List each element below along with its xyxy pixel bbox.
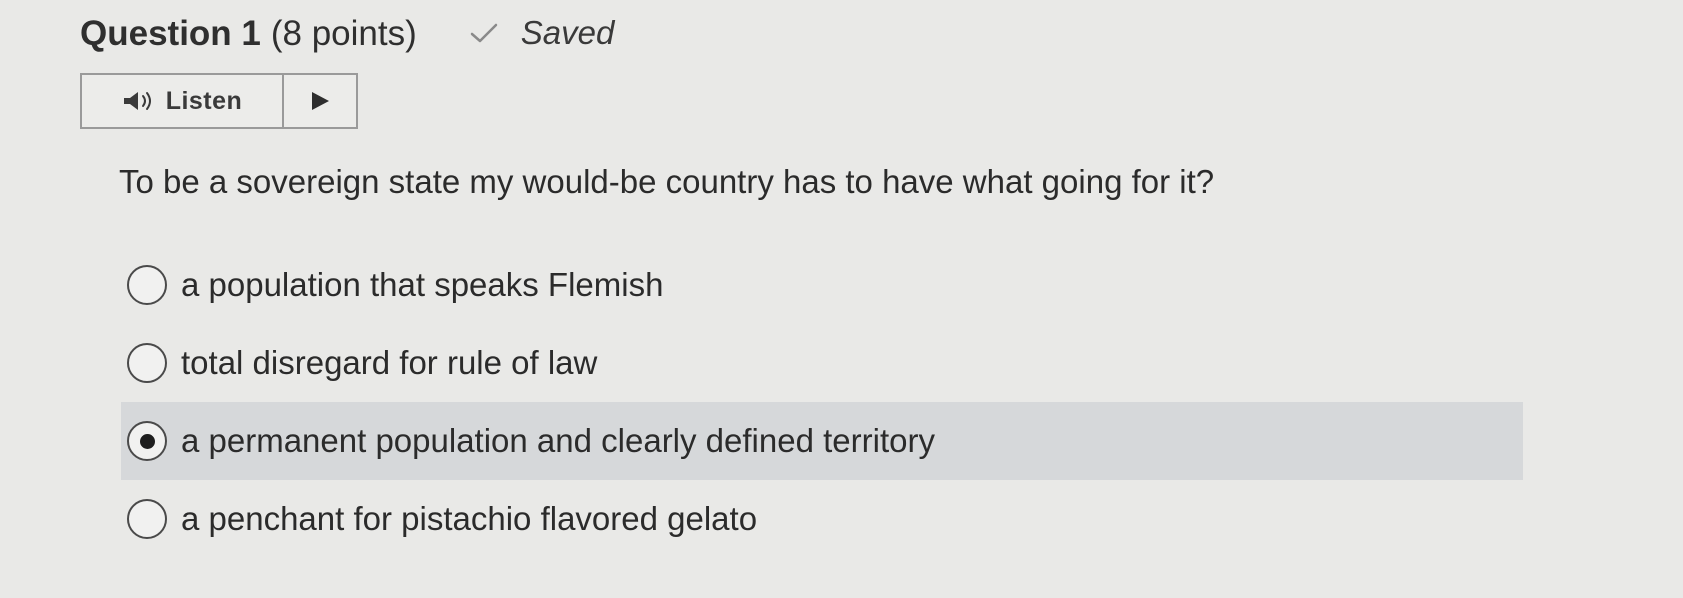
answer-option-4[interactable]: a penchant for pistachio flavored gelato [121,480,1523,558]
play-icon [312,92,329,110]
answer-label: total disregard for rule of law [181,344,598,381]
radio-button-selected[interactable] [127,421,167,461]
answer-label: a penchant for pistachio flavored gelato [181,500,758,537]
listen-label: Listen [165,86,243,115]
radio-button[interactable] [127,499,167,539]
answer-label: a permanent population and clearly defin… [181,422,935,459]
radio-button[interactable] [127,343,167,383]
saved-label: Saved [520,14,615,51]
answer-option-1[interactable]: a population that speaks Flemish [121,246,1523,324]
answer-option-3[interactable]: a permanent population and clearly defin… [121,402,1523,480]
radio-button[interactable] [127,265,167,305]
question-points: (8 points) [270,14,417,53]
speaker-icon [123,92,151,110]
listen-player: Listen [80,73,358,129]
answer-options: a population that speaks Flemish total d… [121,246,1523,558]
question-header: Question 1 (8 points) Saved [80,14,614,54]
saved-status: Saved [469,14,615,52]
question-title: Question 1 [80,14,261,53]
play-button[interactable] [284,75,356,127]
question-prompt: To be a sovereign state my would-be coun… [119,163,1215,200]
listen-button[interactable]: Listen [82,75,284,127]
answer-option-2[interactable]: total disregard for rule of law [121,324,1523,402]
radio-dot [139,433,155,449]
check-icon [470,23,498,43]
answer-label: a population that speaks Flemish [181,266,664,303]
